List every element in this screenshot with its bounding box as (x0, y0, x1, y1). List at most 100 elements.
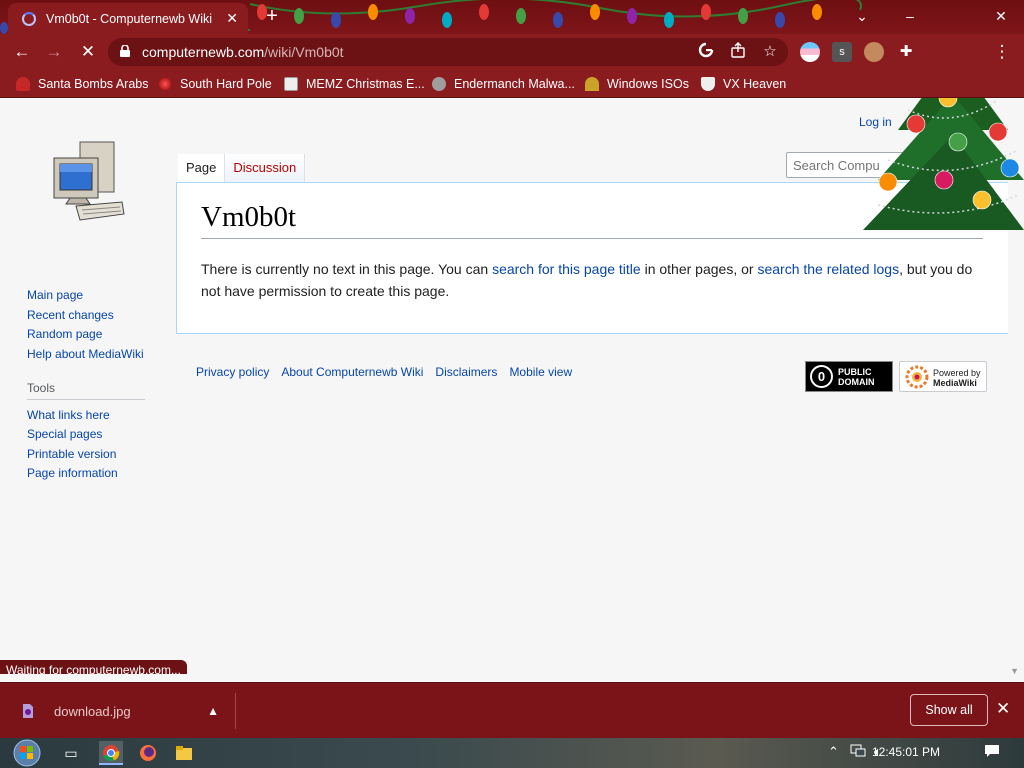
address-bar[interactable]: computernewb.com/wiki/Vm0b0t ☆ (108, 38, 788, 66)
show-all-button[interactable]: Show all (910, 694, 988, 726)
sidebar: Main page Recent changes Random page Hel… (27, 288, 157, 486)
badge-text: PUBLIC (838, 367, 872, 377)
window-close-button[interactable]: ✕ (987, 4, 1015, 28)
windows-start-icon[interactable] (10, 738, 44, 768)
sidebar-item-help[interactable]: Help about MediaWiki (27, 347, 157, 362)
footer-about-link[interactable]: About Computernewb Wiki (281, 365, 423, 379)
powered-by-mediawiki-badge[interactable]: Powered by MediaWiki (899, 361, 987, 392)
sidebar-item-special-pages[interactable]: Special pages (27, 427, 157, 442)
browser-toolbar: ← → ✕ computernewb.com/wiki/Vm0b0t ☆ s ✚… (0, 34, 1024, 70)
tools-heading: Tools (27, 381, 145, 400)
s-extension-icon[interactable]: s (832, 42, 852, 62)
chevron-up-icon[interactable]: ⌃ (828, 744, 839, 760)
image-file-icon (23, 704, 33, 718)
tab-strip: Vm0b0t - Computernewb Wiki ✕ + ⌄ – ✕ (0, 0, 1024, 34)
download-item[interactable]: download.jpg ▲ (14, 693, 236, 729)
page-icon (284, 77, 298, 91)
ornament-decoration (1000, 158, 1020, 178)
avatar-extension-icon[interactable] (864, 42, 884, 62)
light-bulb-decoration (405, 8, 415, 24)
bookmark-star-icon[interactable]: ☆ (760, 42, 780, 62)
content-area: Vm0b0t There is currently no text in thi… (176, 182, 1008, 334)
tab-title: Vm0b0t - Computernewb Wiki (46, 11, 213, 26)
bookmark-label: Santa Bombs Arabs (38, 77, 149, 91)
scroll-down-arrow-icon[interactable]: ▼ (1010, 666, 1019, 674)
light-bulb-decoration (442, 12, 452, 28)
bookmark-label: Windows ISOs (607, 77, 689, 91)
status-bubble: Waiting for computernewb.com... (0, 660, 187, 674)
bookmark-label: MEMZ Christmas E... (306, 77, 425, 91)
bookmark-item[interactable]: Endermanch Malwa... (432, 75, 575, 93)
light-bulb-decoration (294, 8, 304, 24)
bookmark-item[interactable]: Santa Bombs Arabs (16, 75, 148, 93)
firefox-taskbar-icon[interactable] (136, 741, 160, 765)
taskbar: ▭ ⌃ 🔈︎ 12:45:01 PM (0, 738, 1024, 768)
badge-text: Powered by (933, 368, 981, 378)
task-view-icon[interactable]: ▭ (59, 741, 83, 765)
notice-text: There is currently no text in this page.… (201, 261, 493, 277)
light-bulb-decoration (516, 8, 526, 24)
computer-logo-icon[interactable] (50, 140, 126, 228)
search-input[interactable] (786, 152, 926, 178)
bookmark-label: Endermanch Malwa... (454, 77, 575, 91)
search-related-logs-link[interactable]: search the related logs (757, 261, 899, 277)
file-explorer-icon[interactable] (172, 741, 196, 765)
bookmark-item[interactable]: Windows ISOs (585, 75, 689, 93)
footer-disclaimers-link[interactable]: Disclaimers (435, 365, 497, 379)
puzzle-extensions-icon[interactable]: ✚ (896, 42, 916, 62)
notice-text: in other pages, or (640, 261, 758, 277)
login-link[interactable]: Log in (859, 115, 892, 129)
close-download-bar-icon[interactable]: ✕ (996, 699, 1010, 719)
forward-button[interactable]: → (42, 40, 66, 64)
google-icon[interactable] (696, 42, 716, 62)
light-bulb-decoration (775, 12, 785, 28)
sidebar-item-main-page[interactable]: Main page (27, 288, 157, 303)
sidebar-item-recent-changes[interactable]: Recent changes (27, 308, 157, 323)
lock-icon (120, 45, 130, 57)
spark-icon (158, 77, 172, 91)
footer-mobile-view-link[interactable]: Mobile view (509, 365, 572, 379)
menu-icon[interactable]: ⋮ (990, 40, 1014, 64)
sidebar-item-printable-version[interactable]: Printable version (27, 447, 157, 462)
sidebar-item-what-links-here[interactable]: What links here (27, 408, 157, 423)
loading-spinner-icon (22, 11, 36, 26)
bookmark-item[interactable]: South Hard Pole (158, 75, 272, 93)
flag-extension-icon[interactable] (800, 42, 820, 62)
chrome-taskbar-icon[interactable] (99, 741, 123, 765)
sidebar-item-page-information[interactable]: Page information (27, 466, 157, 481)
browser-tab[interactable]: Vm0b0t - Computernewb Wiki ✕ (8, 3, 248, 34)
chevron-up-icon[interactable]: ▲ (207, 704, 219, 718)
bookmark-item[interactable]: MEMZ Christmas E... (284, 75, 425, 93)
no-text-notice: There is currently no text in this page.… (201, 258, 991, 302)
light-bulb-decoration (590, 4, 600, 20)
tab-search-button[interactable]: ⌄ (848, 4, 876, 28)
tab-page[interactable]: Page (178, 154, 226, 182)
tab-discussion[interactable]: Discussion (225, 154, 306, 182)
download-bar: download.jpg ▲ Show all ✕ (0, 682, 1024, 738)
footer-privacy-link[interactable]: Privacy policy (196, 365, 269, 379)
search-page-title-link[interactable]: search for this page title (492, 261, 641, 277)
light-bulb-decoration (368, 4, 378, 20)
url-host: computernewb.com (142, 44, 265, 60)
badge-text: MediaWiki (933, 378, 977, 388)
taskbar-clock[interactable]: 12:45:01 PM (872, 745, 940, 759)
ornament-decoration (938, 98, 958, 108)
new-tab-button[interactable]: + (262, 6, 282, 26)
raccoon-icon (432, 77, 446, 91)
bookmark-item[interactable]: VX Heaven (701, 75, 786, 93)
tab-close-icon[interactable]: ✕ (226, 10, 238, 27)
light-bulb-decoration (701, 4, 711, 20)
network-icon[interactable] (850, 744, 866, 761)
minimize-button[interactable]: – (896, 4, 924, 28)
back-button[interactable]: ← (10, 40, 34, 64)
share-icon[interactable] (728, 42, 748, 62)
notification-icon[interactable] (984, 744, 1000, 761)
santa-icon (16, 77, 30, 91)
mediawiki-flower-icon (905, 365, 929, 389)
bookmark-label: South Hard Pole (180, 77, 272, 91)
stop-loading-button[interactable]: ✕ (76, 40, 100, 64)
light-bulb-decoration (738, 8, 748, 24)
sidebar-item-random-page[interactable]: Random page (27, 327, 157, 342)
light-bulb-decoration (627, 8, 637, 24)
public-domain-badge[interactable]: 0 PUBLIC DOMAIN (805, 361, 893, 392)
